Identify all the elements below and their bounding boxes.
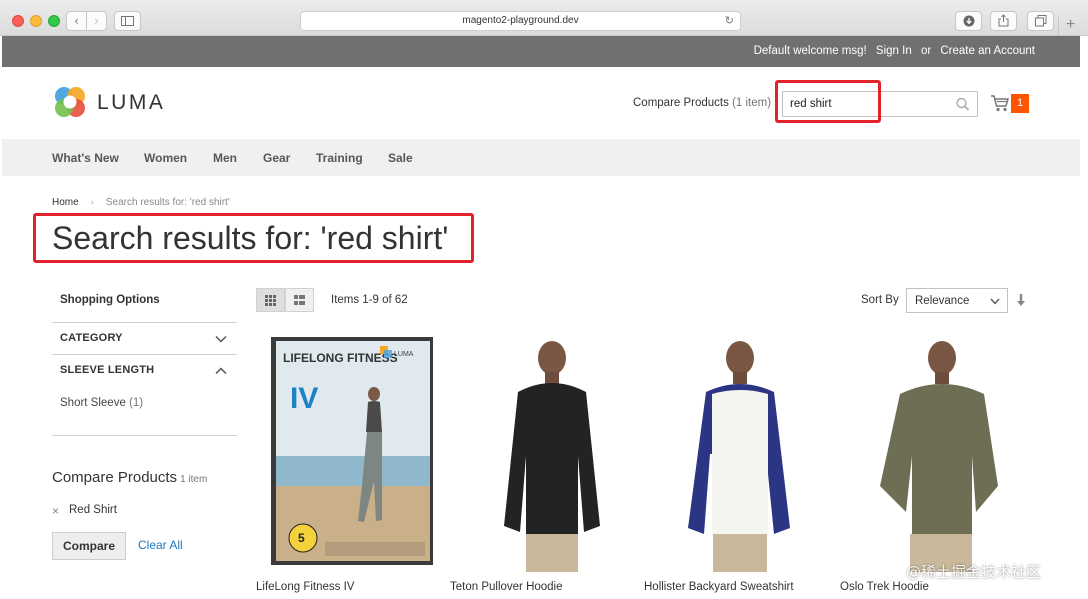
downloads-button[interactable] xyxy=(955,11,982,31)
shopping-options-title: Shopping Options xyxy=(60,294,160,306)
chevron-down-icon xyxy=(990,298,1000,305)
product-image-hollister-sweatshirt[interactable] xyxy=(682,336,798,572)
or-text: or xyxy=(920,45,932,57)
new-tab-button[interactable]: + xyxy=(1058,15,1082,37)
compare-block-label: Compare Products xyxy=(52,469,178,486)
list-icon xyxy=(294,295,305,305)
nav-item-gear[interactable]: Gear xyxy=(263,151,290,165)
breadcrumb-home-link[interactable]: Home xyxy=(52,197,79,208)
grid-view-button[interactable] xyxy=(256,288,285,312)
clear-all-link[interactable]: Clear All xyxy=(138,538,183,552)
sort-direction-arrow-icon[interactable] xyxy=(1016,293,1026,307)
nav-item-training[interactable]: Training xyxy=(316,151,363,165)
sidebar-icon xyxy=(121,16,134,26)
sign-in-link[interactable]: Sign In xyxy=(876,45,912,57)
chevron-right-icon: › xyxy=(94,14,99,28)
dvd-cover-numeral: IV xyxy=(290,382,318,415)
filter-option-count: (1) xyxy=(129,397,144,409)
breadcrumb: Home › Search results for: 'red shirt' xyxy=(52,197,230,208)
chevron-left-icon: ‹ xyxy=(74,14,79,28)
compare-products-link[interactable]: Compare Products (1 item) xyxy=(633,97,771,109)
product-name[interactable]: Teton Pullover Hoodie xyxy=(450,581,563,593)
address-bar[interactable]: magento2-playground.dev ↻ xyxy=(300,11,741,31)
show-tabs-button[interactable] xyxy=(1027,11,1054,31)
welcome-message: Default welcome msg! xyxy=(753,45,867,57)
product-image-oslo-hoodie[interactable] xyxy=(850,336,1000,572)
nav-item-women[interactable]: Women xyxy=(144,151,187,165)
browser-toolbar: ‹ › magento2-playground.dev ↻ + xyxy=(0,0,1088,37)
product-name[interactable]: Oslo Trek Hoodie xyxy=(840,581,929,593)
sidebar-divider xyxy=(52,322,237,323)
dvd-badge-number: 5 xyxy=(298,531,305,545)
compare-count: (1 item) xyxy=(732,97,772,109)
product-image-lifelong-fitness[interactable]: LIFELONG FITNESS IV LUMA 5 xyxy=(270,336,434,566)
sidebar-toggle-button[interactable] xyxy=(114,11,141,31)
zoom-window-button[interactable] xyxy=(48,15,60,27)
watermark-text: @稀土掘金技术社区 xyxy=(906,563,1042,581)
chevron-down-icon[interactable] xyxy=(215,335,227,343)
create-account-link[interactable]: Create an Account xyxy=(940,45,1035,57)
sort-by-select[interactable]: Relevance xyxy=(906,288,1008,313)
logo-text[interactable]: LUMA xyxy=(97,91,165,115)
reload-icon[interactable]: ↻ xyxy=(725,12,734,30)
sort-by-value: Relevance xyxy=(915,295,970,307)
close-window-button[interactable] xyxy=(12,15,24,27)
product-name[interactable]: Hollister Backyard Sweatshirt xyxy=(644,581,794,593)
title-highlight-box xyxy=(33,213,474,263)
toolbar-amount: Items 1-9 of 62 xyxy=(331,294,408,306)
main-navigation: What's New Women Men Gear Training Sale xyxy=(2,139,1080,176)
compare-block-count: 1 item xyxy=(180,474,208,485)
nav-item-whats-new[interactable]: What's New xyxy=(52,151,119,165)
breadcrumb-separator-icon: › xyxy=(90,198,95,208)
cart-count-badge[interactable]: 1 xyxy=(1011,94,1029,113)
compare-button[interactable]: Compare xyxy=(52,532,126,560)
product-image-teton-hoodie[interactable] xyxy=(496,336,608,572)
filter-category-title[interactable]: CATEGORY xyxy=(60,332,123,344)
filter-sleeve-length-title[interactable]: SLEEVE LENGTH xyxy=(60,364,154,376)
compare-item-link[interactable]: Red Shirt xyxy=(69,504,117,516)
url-text: magento2-playground.dev xyxy=(462,15,579,26)
luma-logo-icon[interactable] xyxy=(52,85,88,119)
panel-header: Default welcome msg! Sign In or Create a… xyxy=(2,36,1080,67)
chevron-up-icon[interactable] xyxy=(215,367,227,375)
tabs-icon xyxy=(1034,15,1046,27)
list-view-button[interactable] xyxy=(285,288,314,312)
minimize-window-button[interactable] xyxy=(30,15,42,27)
product-name[interactable]: LifeLong Fitness IV xyxy=(256,581,354,593)
plus-icon: + xyxy=(1065,16,1076,33)
compare-block-title: Compare Products 1 item xyxy=(52,469,207,486)
share-button[interactable] xyxy=(990,11,1017,31)
sidebar-divider xyxy=(52,435,237,436)
sidebar-divider xyxy=(52,354,237,355)
cart-icon[interactable] xyxy=(990,93,1010,113)
filter-option-short-sleeve[interactable]: Short Sleeve (1) xyxy=(60,397,143,409)
search-highlight-box xyxy=(775,80,881,123)
sort-by-label: Sort By xyxy=(861,294,899,306)
breadcrumb-current: Search results for: 'red shirt' xyxy=(105,197,230,208)
forward-button[interactable]: › xyxy=(86,11,107,31)
grid-icon xyxy=(265,295,276,306)
nav-item-sale[interactable]: Sale xyxy=(388,151,413,165)
download-icon xyxy=(963,15,974,27)
compare-label: Compare Products xyxy=(633,97,729,109)
dvd-cover-brand: LUMA xyxy=(394,351,414,358)
nav-item-men[interactable]: Men xyxy=(213,151,237,165)
filter-option-label: Short Sleeve xyxy=(60,397,126,409)
search-icon[interactable] xyxy=(955,95,971,113)
remove-icon[interactable]: × xyxy=(52,504,59,518)
back-button[interactable]: ‹ xyxy=(66,11,87,31)
share-icon xyxy=(998,14,1009,27)
